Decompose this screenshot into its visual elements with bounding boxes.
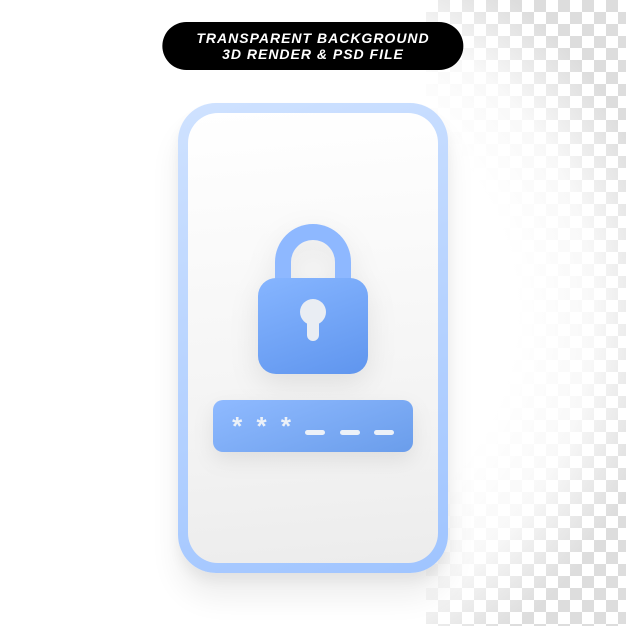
- caption-line-2: 3D RENDER & PSD FILE: [196, 46, 429, 62]
- phone-illustration: * * *: [178, 103, 448, 573]
- password-input[interactable]: * * *: [213, 400, 413, 452]
- password-char: *: [257, 413, 267, 439]
- phone-frame: * * *: [178, 103, 448, 573]
- password-char: *: [281, 413, 291, 439]
- password-empty-slot: [305, 430, 325, 435]
- padlock-body: [258, 278, 368, 374]
- caption-line-1: TRANSPARENT BACKGROUND: [196, 30, 429, 46]
- password-char: *: [232, 413, 242, 439]
- password-empty-slot: [374, 430, 394, 435]
- caption-banner: TRANSPARENT BACKGROUND 3D RENDER & PSD F…: [162, 22, 463, 70]
- padlock-icon: [248, 224, 378, 374]
- phone-screen: * * *: [188, 113, 438, 563]
- keyhole-icon: [300, 299, 326, 341]
- password-empty-slot: [340, 430, 360, 435]
